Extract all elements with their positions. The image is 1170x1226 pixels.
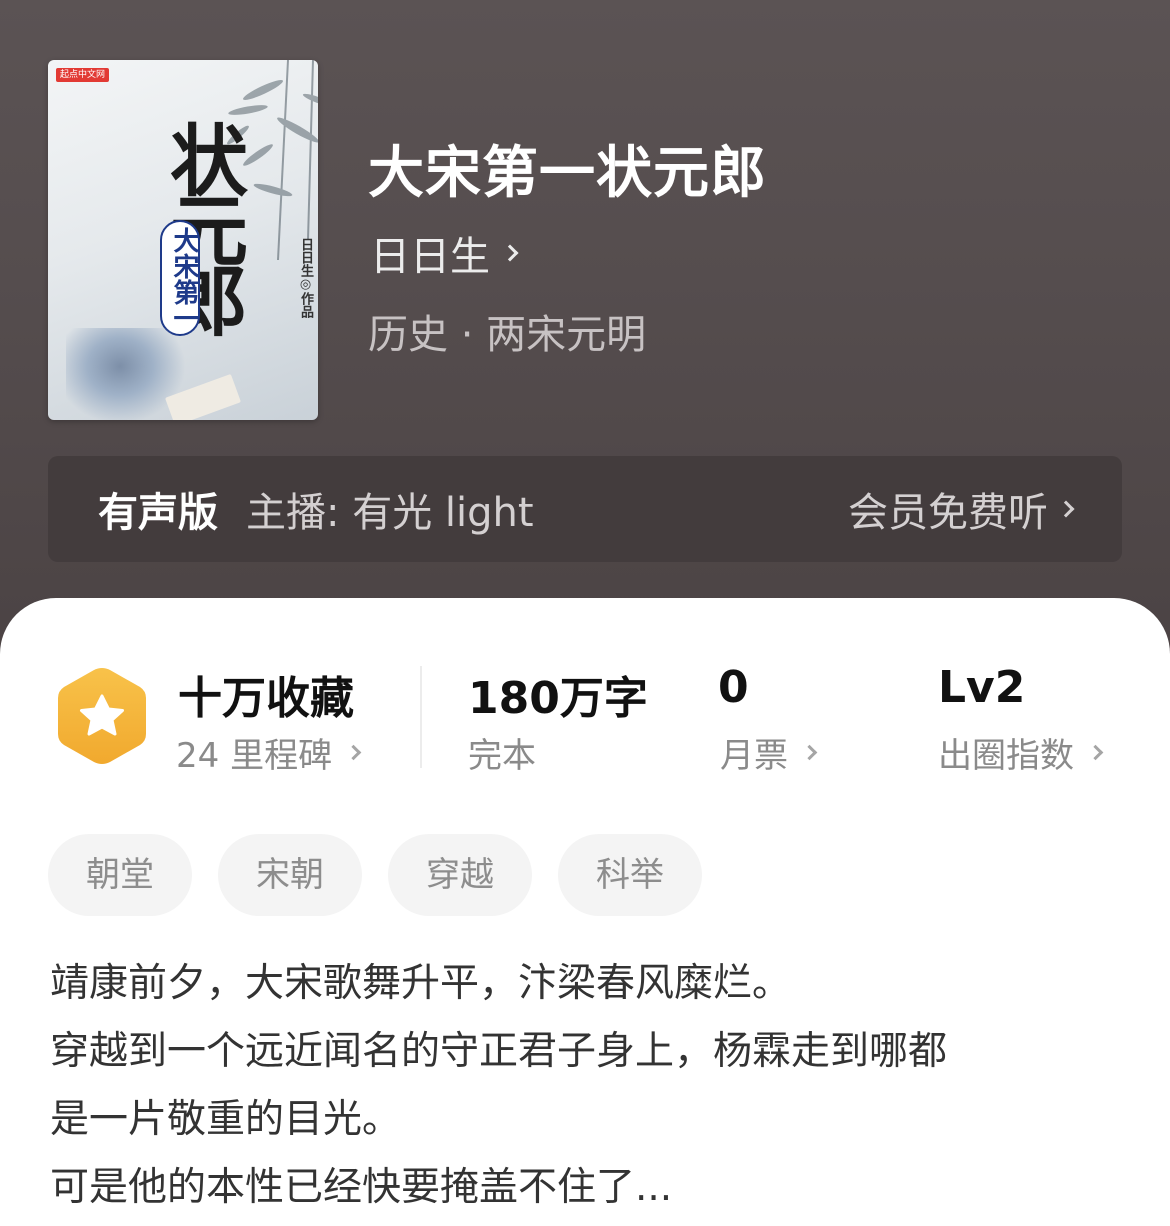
monthly-vote-label: 月票 xyxy=(720,736,788,776)
member-free-listen-label: 会员免费听 xyxy=(848,490,1048,536)
audio-label: 有声版 xyxy=(98,490,218,536)
tag-chip[interactable]: 朝堂 xyxy=(48,834,192,916)
chevron-right-icon xyxy=(1087,744,1104,761)
audio-version-bar[interactable]: 有声版 主播: 有光 light 会员免费听 xyxy=(48,456,1122,562)
publisher-logo: 起点中文网 xyxy=(56,68,110,82)
author-name: 日日生 xyxy=(370,234,490,280)
stats-divider xyxy=(420,666,422,768)
synopsis-line: 靖康前夕，大宋歌舞升平，汴梁春风糜烂。 xyxy=(50,961,792,1006)
chevron-right-icon xyxy=(345,744,362,761)
completion-status: 完本 xyxy=(468,728,536,777)
tag-chip[interactable]: 宋朝 xyxy=(218,834,362,916)
word-count: 180万字 xyxy=(468,673,648,724)
author-link[interactable]: 日日生 xyxy=(370,224,519,282)
synopsis-line: 穿越到一个远近闻名的守正君子身上，杨霖走到哪都 xyxy=(50,1029,948,1074)
monthly-vote-link[interactable]: 月票 xyxy=(720,728,818,777)
book-title: 大宋第一状元郎 xyxy=(368,141,767,206)
chevron-right-icon xyxy=(801,744,818,761)
completion-label: 完本 xyxy=(468,736,536,776)
audio-host: 主播: 有光 light xyxy=(246,490,534,536)
popularity-index-label: 出圈指数 xyxy=(938,736,1074,776)
tag-list: 朝堂 宋朝 穿越 科举 xyxy=(48,834,702,916)
synopsis-line: 是一片敬重的目光。 xyxy=(50,1097,402,1142)
book-genre: 历史 · 两宋元明 xyxy=(368,312,647,358)
tag-chip[interactable]: 科举 xyxy=(558,834,702,916)
milestone-label: 24 里程碑 xyxy=(176,736,333,776)
chevron-right-icon xyxy=(1057,500,1075,518)
synopsis-line: 可是他的本性已经快要掩盖不住了... xyxy=(50,1165,673,1210)
stats-row: 十万收藏 24 里程碑 180万字 完本 0 月票 Lv2 出圈指数 xyxy=(0,598,1170,798)
monthly-vote-count: 0 xyxy=(718,662,749,713)
milestone-link[interactable]: 24 里程碑 xyxy=(176,728,362,777)
star-badge-icon[interactable] xyxy=(54,664,150,768)
cover-author-credit: 日日生◎作品 xyxy=(298,238,313,318)
cover-seal: 大宋第一 xyxy=(160,220,200,336)
synopsis[interactable]: 靖康前夕，大宋歌舞升平，汴梁春风糜烂。 穿越到一个远近闻名的守正君子身上，杨霖走… xyxy=(50,950,1130,1222)
collect-count: 十万收藏 xyxy=(178,673,354,724)
book-cover[interactable]: 起点中文网 状元郎 大宋第一 日日生◎作品 xyxy=(48,60,318,420)
popularity-level: Lv2 xyxy=(938,662,1026,713)
member-free-listen-link[interactable]: 会员免费听 xyxy=(848,480,1075,538)
tag-chip[interactable]: 穿越 xyxy=(388,834,532,916)
book-detail-card: 十万收藏 24 里程碑 180万字 完本 0 月票 Lv2 出圈指数 朝堂 宋朝… xyxy=(0,598,1170,1226)
popularity-index-link[interactable]: 出圈指数 xyxy=(938,728,1104,777)
chevron-right-icon xyxy=(501,244,519,262)
